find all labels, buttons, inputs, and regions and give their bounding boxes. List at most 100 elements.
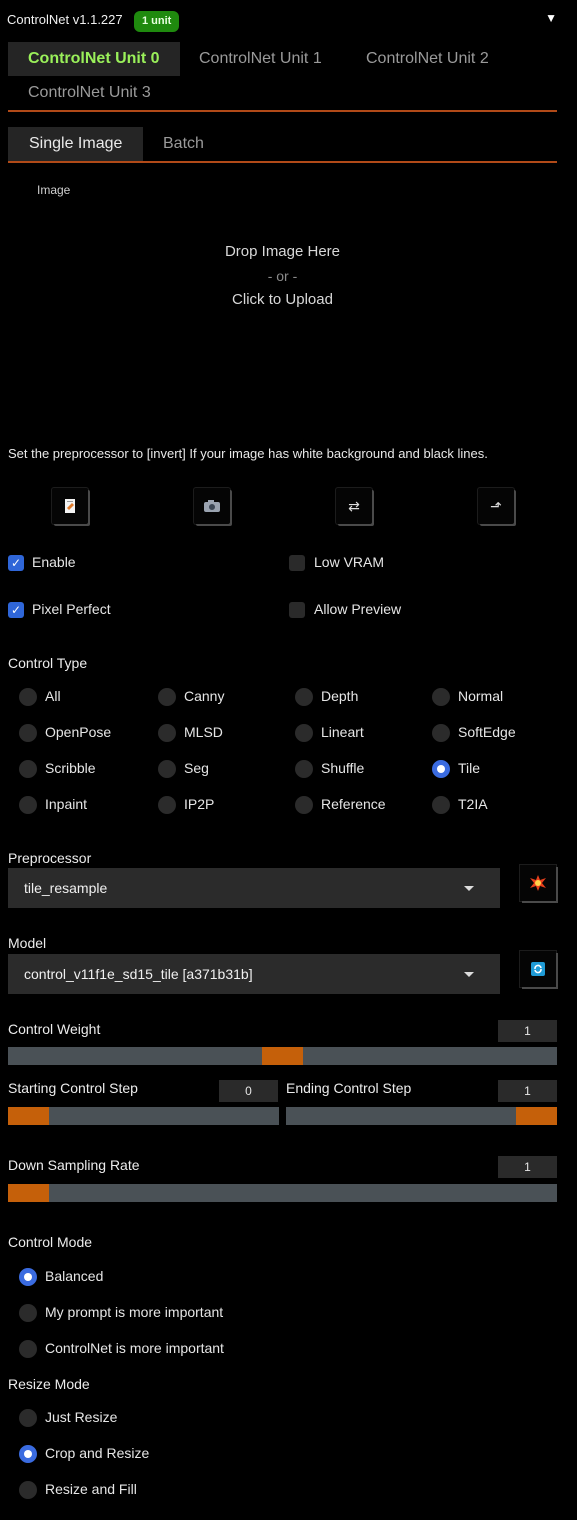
explosion-icon[interactable]	[520, 865, 556, 901]
enable-checkbox[interactable]: ✓	[8, 555, 24, 571]
control-type-label-shuffle: Shuffle	[321, 760, 365, 776]
down-sampling-input[interactable]: 1	[498, 1156, 557, 1178]
control-type-label: Control Type	[8, 655, 88, 671]
ending-step-slider[interactable]	[286, 1107, 557, 1125]
control-type-radio-shuffle[interactable]	[295, 760, 313, 778]
tab-batch[interactable]: Batch	[142, 127, 225, 161]
control-mode-option-label: ControlNet is more important	[45, 1340, 224, 1356]
control-mode-radio-balanced[interactable]	[19, 1268, 37, 1286]
control-type-label-reference: Reference	[321, 796, 386, 812]
control-type-label-all: All	[45, 688, 61, 704]
chevron-down-icon	[464, 886, 474, 891]
image-tabs-divider	[8, 161, 557, 163]
allow-preview-checkbox[interactable]	[289, 602, 305, 618]
enable-label: Enable	[32, 554, 76, 570]
ending-step-thumb[interactable]	[516, 1107, 557, 1125]
control-weight-thumb[interactable]	[262, 1047, 303, 1065]
down-sampling-thumb[interactable]	[8, 1184, 49, 1202]
control-type-radio-tile[interactable]	[432, 760, 450, 778]
resize-mode-option-label: Crop and Resize	[45, 1445, 150, 1461]
control-type-label-seg: Seg	[184, 760, 209, 776]
control-type-label-scribble: Scribble	[45, 760, 96, 776]
control-type-label-softedge: SoftEdge	[458, 724, 516, 740]
control-type-radio-mlsd[interactable]	[158, 724, 176, 742]
resize-mode-radio-crop-and-resize[interactable]	[19, 1445, 37, 1463]
down-sampling-slider[interactable]	[8, 1184, 557, 1202]
refresh-icon[interactable]	[520, 951, 556, 987]
tab-controlnet-unit-3[interactable]: ControlNet Unit 3	[8, 76, 171, 110]
invert-hint-text: Set the preprocessor to [invert] If your…	[8, 446, 488, 461]
tab-controlnet-unit-1[interactable]: ControlNet Unit 1	[179, 42, 342, 76]
tab-controlnet-unit-2[interactable]: ControlNet Unit 2	[346, 42, 509, 76]
control-type-label-inpaint: Inpaint	[45, 796, 88, 812]
model-select[interactable]: control_v11f1e_sd15_tile [a371b31b]	[8, 954, 500, 994]
image-upload-dropzone[interactable]: Drop Image Here - or - Click to Upload	[8, 240, 557, 312]
control-type-label-tile: Tile	[458, 760, 481, 776]
control-mode-option-label: My prompt is more important	[45, 1304, 224, 1320]
preprocessor-label: Preprocessor	[8, 850, 92, 866]
control-type-radio-inpaint[interactable]	[19, 796, 37, 814]
pixel-perfect-checkbox[interactable]: ✓	[8, 602, 24, 618]
chevron-down-icon	[464, 972, 474, 977]
control-type-radio-all[interactable]	[19, 688, 37, 706]
control-type-radio-scribble[interactable]	[19, 760, 37, 778]
unit-tabs-divider	[8, 110, 557, 112]
model-value: control_v11f1e_sd15_tile [a371b31b]	[24, 966, 253, 982]
control-mode-radio-controlnet-is-more-important[interactable]	[19, 1340, 37, 1358]
control-type-label-lineart: Lineart	[321, 724, 364, 740]
control-type-radio-ip2p[interactable]	[158, 796, 176, 814]
drop-text: Drop Image Here	[224, 243, 341, 260]
allow-preview-label: Allow Preview	[314, 601, 402, 617]
control-type-label-canny: Canny	[184, 688, 225, 704]
collapse-triangle-icon[interactable]: ▼	[545, 11, 557, 25]
control-type-radio-seg[interactable]	[158, 760, 176, 778]
control-type-radio-softedge[interactable]	[432, 724, 450, 742]
image-label: Image	[37, 183, 71, 197]
ending-step-input[interactable]: 1	[498, 1080, 557, 1102]
control-mode-radio-my-prompt-is-more-important[interactable]	[19, 1304, 37, 1322]
tab-controlnet-unit-0[interactable]: ControlNet Unit 0	[8, 42, 180, 76]
control-type-label-depth: Depth	[321, 688, 359, 704]
resize-mode-label: Resize Mode	[8, 1376, 90, 1392]
starting-step-thumb[interactable]	[8, 1107, 49, 1125]
control-type-label-t2ia: T2IA	[458, 796, 488, 812]
control-type-label-normal: Normal	[458, 688, 504, 704]
starting-step-label: Starting Control Step	[8, 1080, 138, 1096]
starting-step-slider[interactable]	[8, 1107, 279, 1125]
control-type-label-mlsd: MLSD	[184, 724, 223, 740]
control-type-radio-depth[interactable]	[295, 688, 313, 706]
control-weight-slider[interactable]	[8, 1047, 557, 1065]
tab-single-image[interactable]: Single Image	[8, 127, 144, 161]
resize-mode-option-label: Just Resize	[45, 1409, 118, 1425]
document-icon[interactable]	[52, 488, 88, 524]
low-vram-label: Low VRAM	[314, 554, 385, 570]
resize-mode-radio-resize-and-fill[interactable]	[19, 1481, 37, 1499]
preprocessor-value: tile_resample	[24, 880, 108, 896]
low-vram-checkbox[interactable]	[289, 555, 305, 571]
camera-icon[interactable]	[194, 488, 230, 524]
control-type-radio-normal[interactable]	[432, 688, 450, 706]
resize-mode-radio-just-resize[interactable]	[19, 1409, 37, 1427]
preprocessor-select[interactable]: tile_resample	[8, 868, 500, 908]
control-type-radio-t2ia[interactable]	[432, 796, 450, 814]
control-type-radio-reference[interactable]	[295, 796, 313, 814]
send-up-icon[interactable]: ⬏	[478, 488, 514, 524]
drop-or-text: - or -	[267, 268, 298, 284]
swap-icon[interactable]: ⇄	[336, 488, 372, 524]
model-label: Model	[8, 935, 47, 951]
unit-count-badge: 1 unit	[134, 11, 180, 32]
control-weight-label: Control Weight	[8, 1021, 101, 1037]
control-mode-option-label: Balanced	[45, 1268, 104, 1284]
panel-title: ControlNet v1.1.227	[7, 12, 123, 27]
ending-step-label: Ending Control Step	[286, 1080, 412, 1096]
control-mode-label: Control Mode	[8, 1234, 93, 1250]
control-type-radio-lineart[interactable]	[295, 724, 313, 742]
resize-mode-option-label: Resize and Fill	[45, 1481, 137, 1497]
control-weight-input[interactable]: 1	[498, 1020, 557, 1042]
pixel-perfect-label: Pixel Perfect	[32, 601, 111, 617]
control-type-label-ip2p: IP2P	[184, 796, 215, 812]
starting-step-input[interactable]: 0	[219, 1080, 278, 1102]
click-upload-text: Click to Upload	[232, 291, 333, 308]
control-type-radio-openpose[interactable]	[19, 724, 37, 742]
control-type-radio-canny[interactable]	[158, 688, 176, 706]
